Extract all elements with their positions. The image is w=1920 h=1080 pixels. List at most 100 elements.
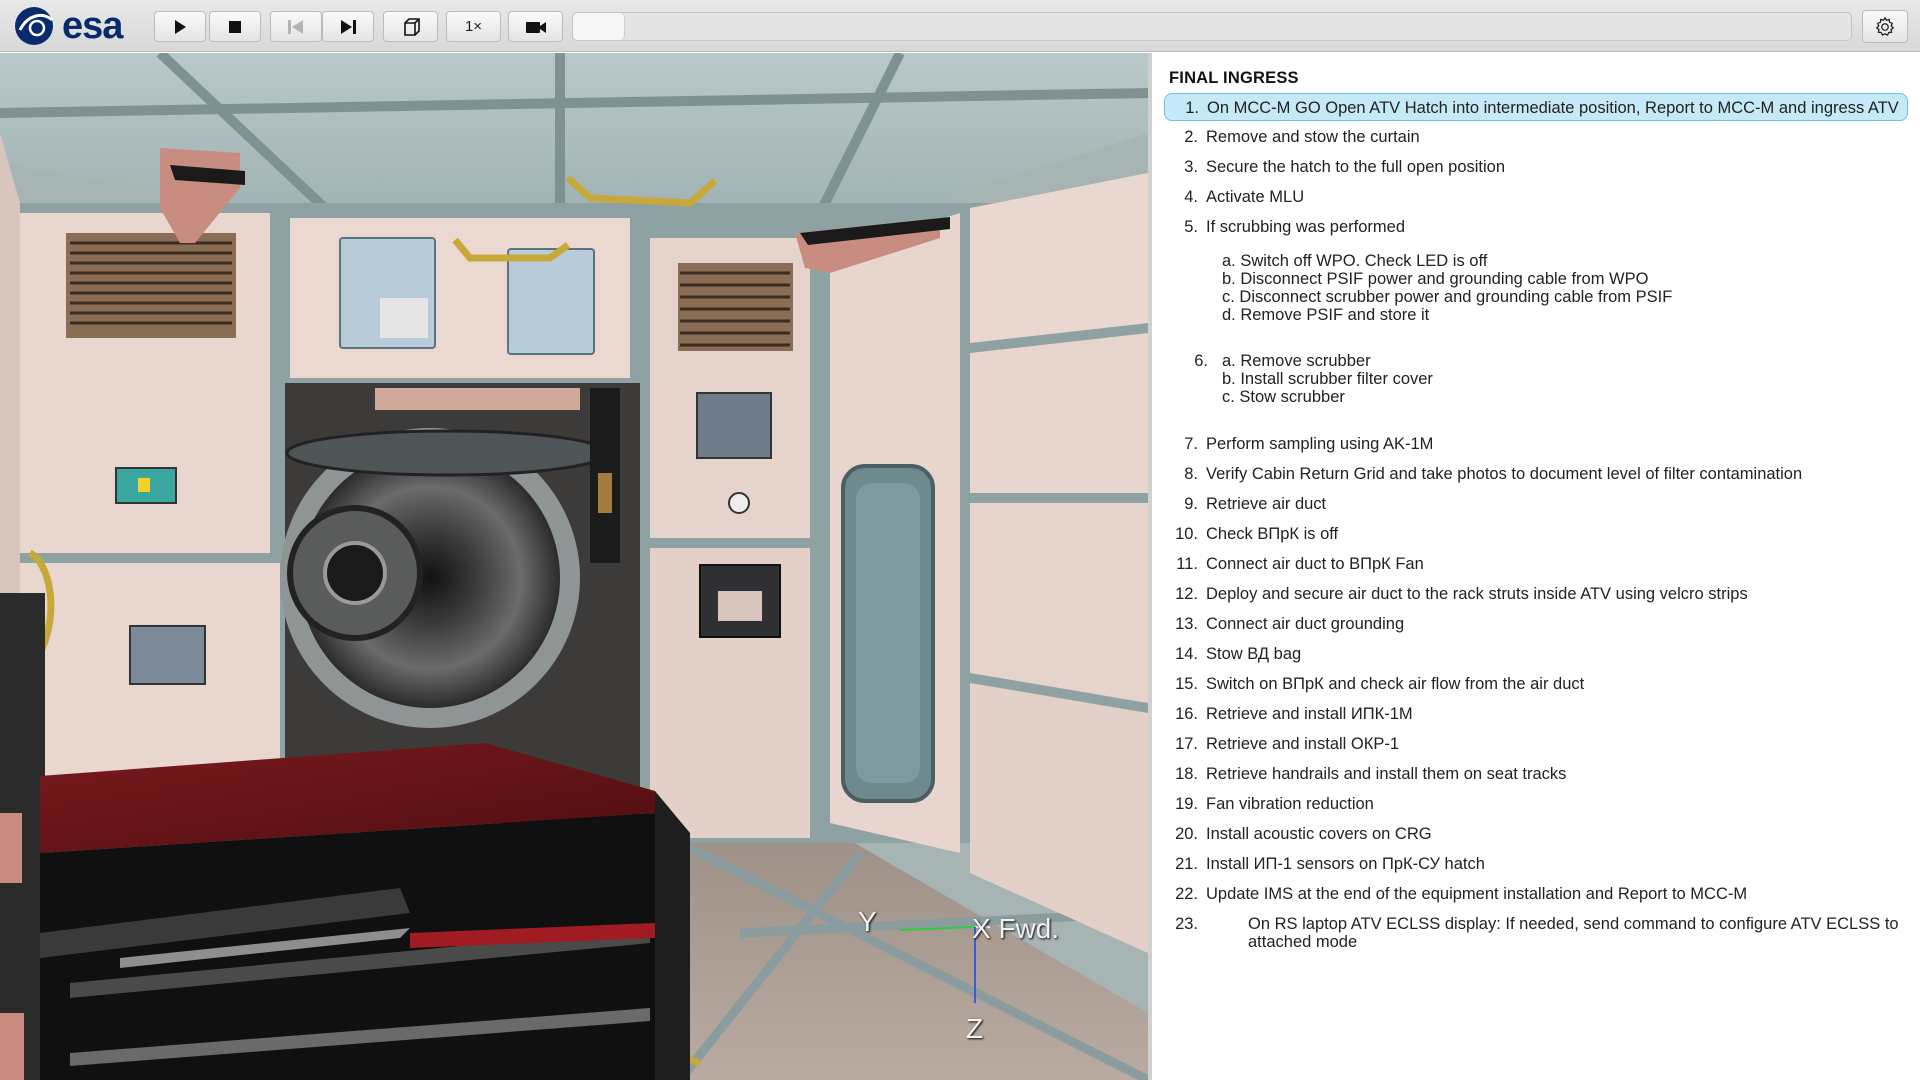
camera-button[interactable] xyxy=(508,11,563,42)
step-text: Activate MLU xyxy=(1206,188,1305,206)
step-number: 22. xyxy=(1175,885,1198,903)
procedure-step[interactable]: 9. Retrieve air duct xyxy=(1164,490,1908,518)
step-text: Install acoustic covers on CRG xyxy=(1206,825,1432,843)
procedure-step[interactable]: 21. Install ИП-1 sensors on ПрК-СУ hatch xyxy=(1164,850,1908,878)
procedure-step[interactable]: 16. Retrieve and install ИПК-1М xyxy=(1164,700,1908,728)
step-number: 6. xyxy=(1194,352,1208,370)
vent-grille-left xyxy=(66,233,236,338)
settings-button[interactable] xyxy=(1862,10,1908,43)
step-number: 2. xyxy=(1184,128,1198,146)
step-number: 23. xyxy=(1175,915,1198,933)
step-number: 3. xyxy=(1184,158,1198,176)
axis-z-label: Z xyxy=(966,1013,984,1044)
step-text: Verify Cabin Return Grid and take photos… xyxy=(1206,465,1803,483)
procedure-step[interactable]: 11. Connect air duct to ВПрК Fan xyxy=(1164,550,1908,578)
step-text: Retrieve air duct xyxy=(1206,495,1327,513)
step-number: 15. xyxy=(1175,675,1198,693)
substep: b. Disconnect PSIF power and grounding c… xyxy=(1222,270,1649,288)
step-text: Secure the hatch to the full open positi… xyxy=(1206,158,1506,176)
step-text: If scrubbing was performed xyxy=(1206,218,1406,236)
video-camera-icon xyxy=(525,21,546,33)
next-step-button[interactable] xyxy=(322,11,374,42)
speed-label: 1× xyxy=(464,18,483,35)
esa-logo: esa xyxy=(12,4,142,48)
step-text: Switch on ВПрК and check air flow from t… xyxy=(1206,675,1585,693)
step-number: 1. xyxy=(1185,99,1199,117)
procedure-step[interactable]: 15. Switch on ВПрК and check air flow fr… xyxy=(1164,670,1908,698)
step-number: 4. xyxy=(1184,188,1198,206)
procedure-step[interactable]: 20. Install acoustic covers on CRG xyxy=(1164,820,1908,848)
step-number: 18. xyxy=(1175,765,1198,783)
gear-icon xyxy=(1875,16,1895,36)
play-icon xyxy=(175,19,186,34)
step-text: Perform sampling using AK-1M xyxy=(1206,435,1434,453)
procedure-step[interactable]: 13. Connect air duct grounding xyxy=(1164,610,1908,638)
procedure-step[interactable]: 5. If scrubbing was performed xyxy=(1164,213,1908,241)
substep: a. Remove scrubber xyxy=(1222,352,1371,370)
procedure-step[interactable]: 4. Activate MLU xyxy=(1164,183,1908,211)
step-number: 17. xyxy=(1175,735,1198,753)
step-number: 5. xyxy=(1184,218,1198,236)
procedure-step[interactable]: 23. On RS laptop ATV ECLSS display: If n… xyxy=(1164,915,1908,951)
step-text: Check ВПрК is off xyxy=(1206,525,1339,543)
procedure-step[interactable]: 18. Retrieve handrails and install them … xyxy=(1164,760,1908,788)
procedure-step[interactable]: 17. Retrieve and install ОКР-1 xyxy=(1164,730,1908,758)
progress-slider[interactable] xyxy=(572,12,1852,41)
substep: c. Stow scrubber xyxy=(1222,388,1345,406)
procedure-step[interactable]: 14. Stow ВД bag xyxy=(1164,640,1908,668)
vent-grille-right xyxy=(678,263,793,351)
step-number: 10. xyxy=(1175,525,1198,543)
procedure-step[interactable]: 1. On MCC-M GO Open ATV Hatch into inter… xyxy=(1164,93,1908,121)
step-text: Remove and stow the curtain xyxy=(1206,128,1420,146)
axis-x-label: X Fwd. xyxy=(972,913,1060,944)
step-text: Connect air duct to ВПрК Fan xyxy=(1206,555,1424,573)
step-number: 7. xyxy=(1184,435,1198,453)
step-text: Connect air duct grounding xyxy=(1206,615,1405,633)
procedure-step[interactable]: 3. Secure the hatch to the full open pos… xyxy=(1164,153,1908,181)
step-text: Retrieve and install ИПК-1М xyxy=(1206,705,1413,723)
substep: b. Install scrubber filter cover xyxy=(1222,370,1433,388)
procedure-step[interactable]: 7. Perform sampling using AK-1M xyxy=(1164,430,1908,458)
procedure-step[interactable]: 19. Fan vibration reduction xyxy=(1164,790,1908,818)
step-text: On MCC-M GO Open ATV Hatch into intermed… xyxy=(1207,99,1899,117)
previous-step-button[interactable] xyxy=(270,11,322,42)
step-number: 21. xyxy=(1175,855,1198,873)
step-6-substeps[interactable]: a. Remove scrubber b. Install scrubber f… xyxy=(1222,352,1433,406)
step-text: Update IMS at the end of the equipment i… xyxy=(1206,885,1748,903)
step-number: 11. xyxy=(1176,555,1198,573)
logo-text: esa xyxy=(62,5,123,47)
skip-back-icon xyxy=(288,19,303,34)
procedure-step[interactable]: 10. Check ВПрК is off xyxy=(1164,520,1908,548)
stop-icon xyxy=(229,20,241,33)
step-number: 20. xyxy=(1175,825,1198,843)
step-number: 13. xyxy=(1175,615,1198,633)
step-text: Fan vibration reduction xyxy=(1206,795,1374,813)
substep: d. Remove PSIF and store it xyxy=(1222,306,1430,324)
substep: c. Disconnect scrubber power and groundi… xyxy=(1222,288,1673,306)
substep: a. Switch off WPO. Check LED is off xyxy=(1222,252,1488,270)
procedure-panel: FINAL INGRESS 1. On MCC-M GO Open ATV Ha… xyxy=(1152,53,1920,1080)
step-number: 8. xyxy=(1184,465,1198,483)
step-number: 19. xyxy=(1175,795,1198,813)
step-number: 14. xyxy=(1175,645,1198,663)
progress-thumb[interactable] xyxy=(573,13,625,40)
step-number: 9. xyxy=(1184,495,1198,513)
view-cube-button[interactable] xyxy=(383,11,438,42)
step-number: 16. xyxy=(1175,705,1198,723)
speed-button[interactable]: 1× xyxy=(446,11,501,42)
procedure-step[interactable]: 2. Remove and stow the curtain xyxy=(1164,123,1908,151)
skip-forward-icon xyxy=(341,19,356,34)
3d-viewport[interactable]: Y X Fwd. Z xyxy=(0,53,1148,1080)
step-text: On RS laptop ATV ECLSS display: If neede… xyxy=(1248,915,1899,951)
procedure-step[interactable]: 12. Deploy and secure air duct to the ra… xyxy=(1164,580,1908,608)
step-text: Install ИП-1 sensors on ПрК-СУ hatch xyxy=(1206,855,1485,873)
stop-button[interactable] xyxy=(209,11,261,42)
step-text: Stow ВД bag xyxy=(1206,645,1302,663)
step-5-substeps: a. Switch off WPO. Check LED is off b. D… xyxy=(1222,252,1672,324)
toolbar: esa 1× xyxy=(0,0,1920,52)
procedure-step[interactable]: 8. Verify Cabin Return Grid and take pho… xyxy=(1164,460,1908,488)
step-text: Retrieve and install ОКР-1 xyxy=(1206,735,1400,753)
axis-y-label: Y xyxy=(858,906,877,937)
procedure-step[interactable]: 22. Update IMS at the end of the equipme… xyxy=(1164,880,1908,908)
play-button[interactable] xyxy=(154,11,206,42)
